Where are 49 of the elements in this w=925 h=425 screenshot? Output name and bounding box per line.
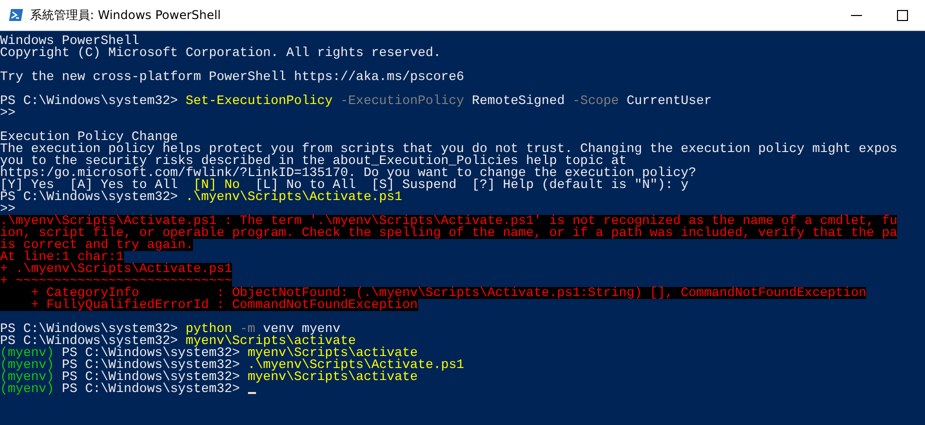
console-text: Execution Policy Change: [0, 131, 178, 143]
maximize-icon: [896, 10, 908, 20]
parameter-text: -m: [240, 323, 256, 335]
console-text: PS C:\Windows\system32>: [60, 359, 241, 371]
console-text: The execution policy helps protect you from scripts that you do not trust. Changing the execution policy might expos: [0, 143, 898, 155]
command-text: [N] No: [193, 179, 240, 191]
console-text: PS C:\Windows\system32>: [0, 335, 178, 347]
error-text: + ~~~~~~~~~~~~~~~~~~~~~~~~~~~~: [0, 275, 232, 287]
window-title: 系統管理員: Windows PowerShell: [30, 6, 222, 24]
console-text: >>: [0, 203, 16, 215]
venv-prefix: (myenv): [0, 371, 54, 383]
console-text: PS C:\Windows\system32>: [60, 371, 241, 383]
console-text: [Y] Yes [A] Yes to All: [0, 179, 178, 191]
command-text: myenv\Scripts\activate: [186, 335, 356, 347]
error-text: is correct and try again.: [0, 239, 194, 251]
console-text: RemoteSigned: [470, 95, 565, 107]
error-text: + .\myenv\Scripts\Activate.ps1: [0, 263, 232, 275]
venv-prefix: (myenv): [0, 383, 54, 395]
command-text: python: [186, 323, 232, 335]
venv-prefix: (myenv): [0, 359, 54, 371]
console-text: https:/go.microsoft.com/fwlink/?LinkID=135170. Do you want to change the execution policy?: [0, 167, 696, 179]
venv-prefix: (myenv): [0, 347, 54, 359]
console-text: Try the new cross-platform PowerShell https://aka.ms/pscore6: [0, 71, 464, 83]
console-text: >>: [0, 107, 16, 119]
error-text: .\myenv\Scripts\Activate.ps1 : The term '.\myenv\Scripts\Activate.ps1' is not recognized as the name of a cmdlet, fu: [0, 215, 898, 227]
text-cursor: [248, 392, 256, 394]
console-text: venv myenv: [263, 323, 340, 335]
console-text: PS C:\Windows\system32>: [0, 95, 179, 107]
console-text: CurrentUser: [626, 95, 712, 107]
console-text: Windows PowerShell: [0, 35, 140, 47]
error-text: + FullyQualifiedErrorId : CommandNotFoundException: [0, 299, 418, 311]
command-text: .\myenv\Scripts\Activate.ps1: [186, 191, 402, 203]
console-text: PS C:\Windows\system32>: [60, 383, 241, 395]
console-text: Copyright (C) Microsoft Corporation. All rights reserved.: [0, 47, 441, 59]
powershell-icon: [8, 7, 24, 23]
command-text: myenv\Scripts\activate: [248, 347, 418, 359]
parameter-text: -ExecutionPolicy: [339, 95, 464, 107]
console-text: PS C:\Windows\system32>: [0, 323, 179, 335]
error-text: ion, script file, or operable program. Check the spelling of the name, or if a path was included, verify that the pa: [0, 227, 898, 239]
parameter-text: -Scope: [571, 95, 619, 107]
error-text: + CategoryInfo : ObjectNotFound: (.\myenv\Scripts\Activate.ps1:String) [], CommandNotFoundException: [0, 287, 866, 299]
console-text: PS C:\Windows\system32>: [0, 191, 179, 203]
error-text: At line:1 char:1: [0, 251, 124, 263]
console-text: PS C:\Windows\system32>: [62, 347, 240, 359]
command-text: .\myenv\Scripts\Activate.ps1: [248, 359, 464, 371]
console-text: [L] No to All [S] Suspend [?] Help (default is "N"): y: [255, 179, 688, 191]
command-text: myenv\Scripts\activate: [248, 371, 418, 383]
command-text: Set-ExecutionPolicy: [186, 95, 333, 107]
console-text: you to the security risks described in the about_Execution_Policies help topic at: [0, 155, 627, 167]
